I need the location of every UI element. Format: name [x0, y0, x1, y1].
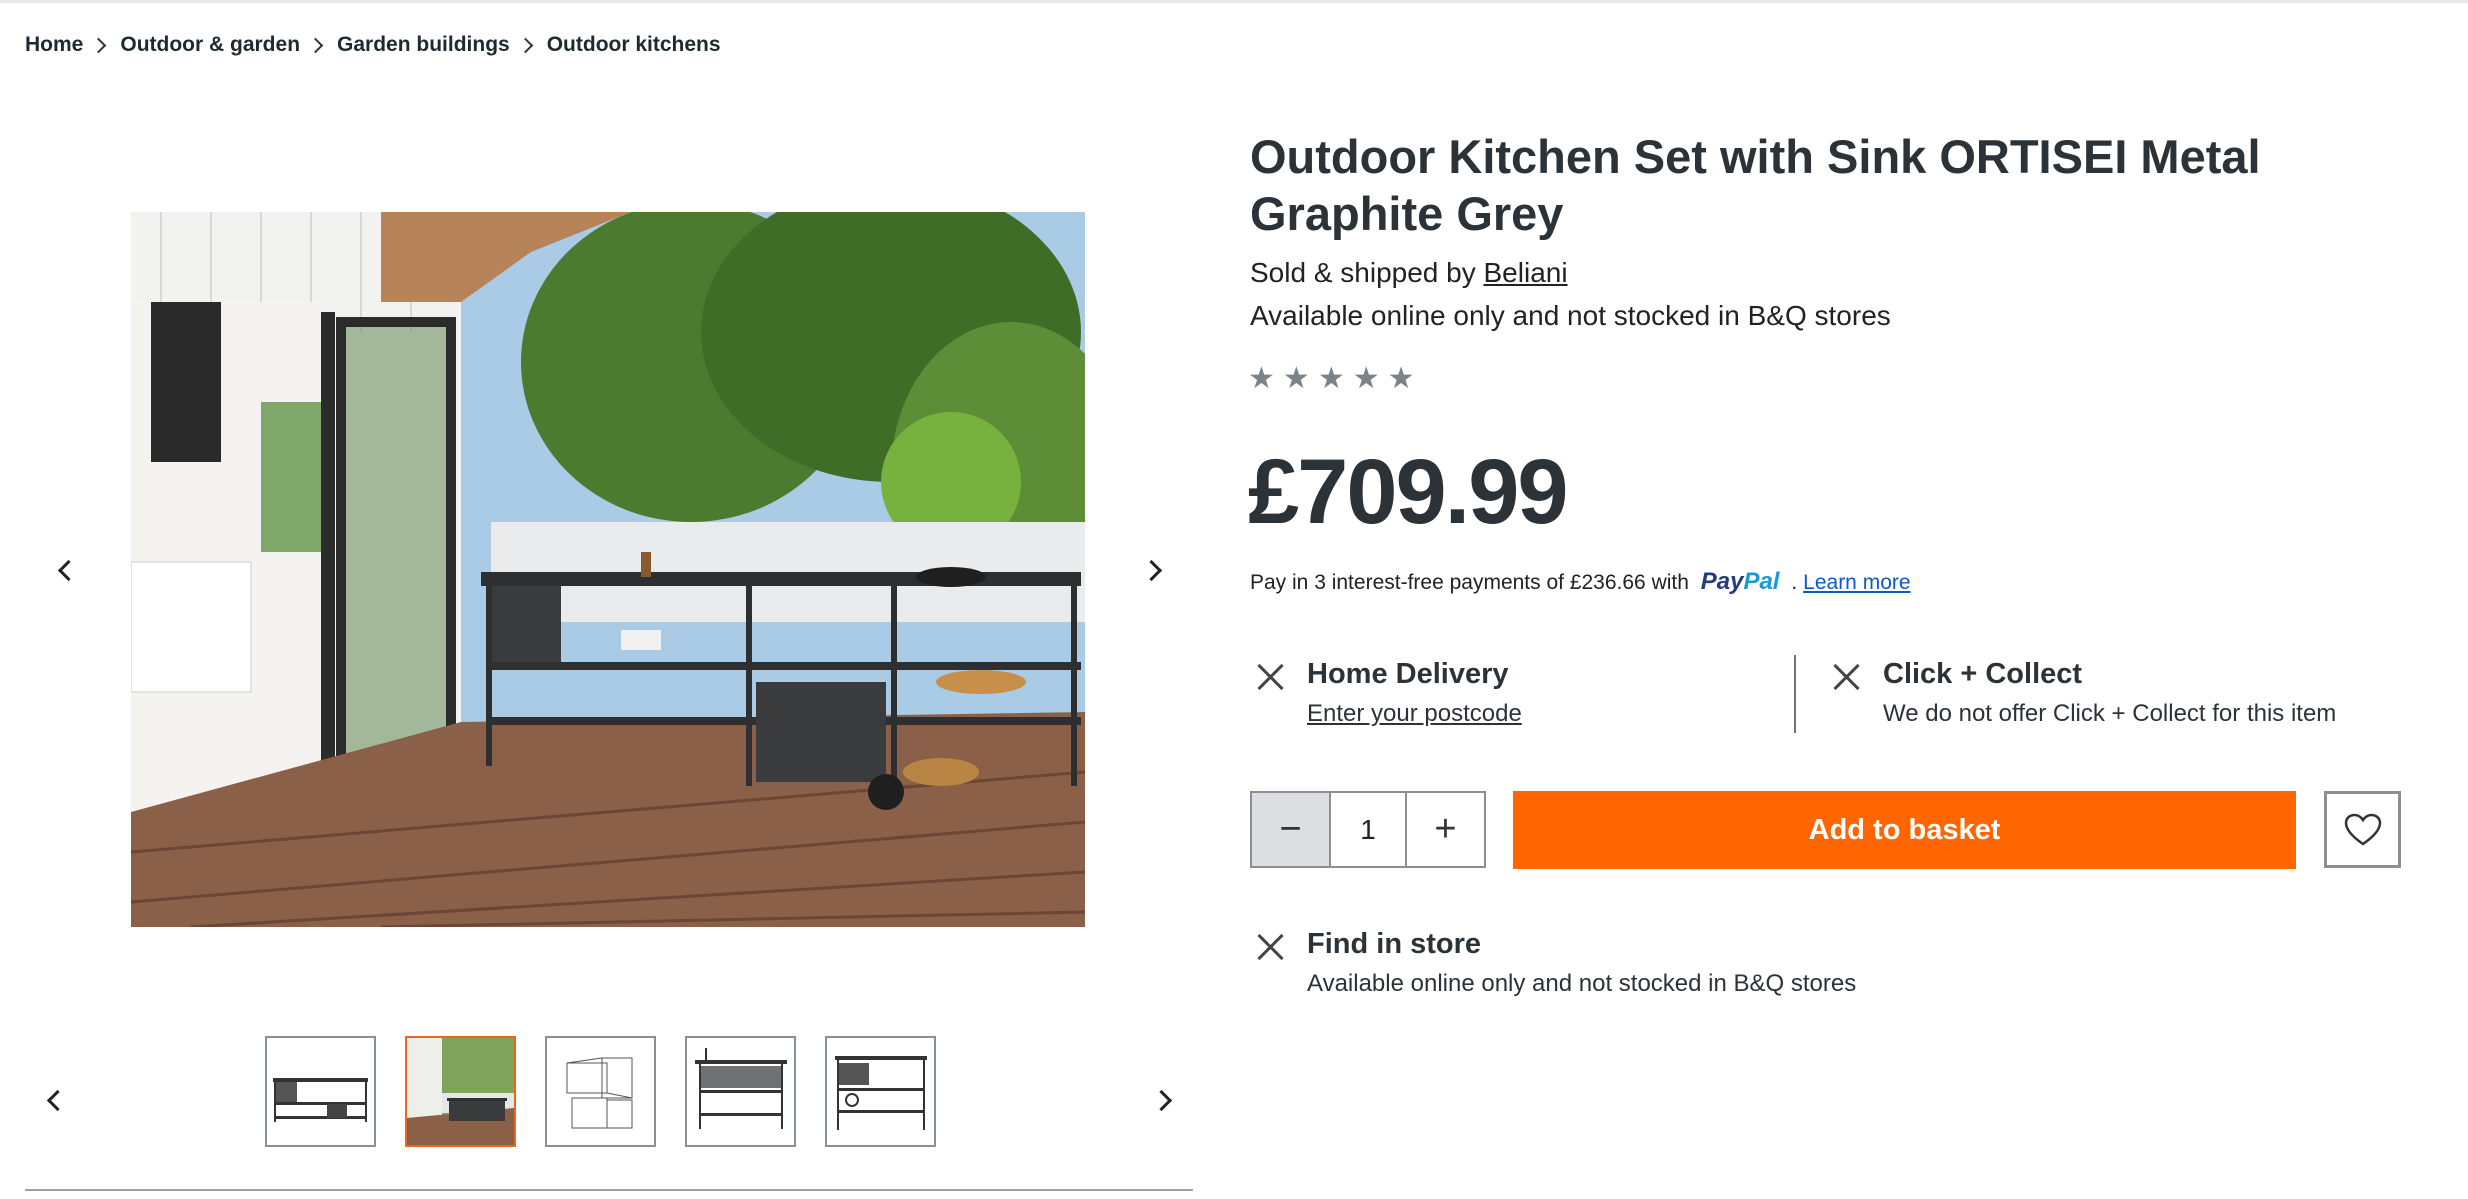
chevron-right-icon — [517, 37, 533, 53]
wishlist-button[interactable] — [2324, 791, 2401, 868]
quantity-value[interactable]: 1 — [1331, 793, 1405, 866]
rating-stars[interactable]: ★ ★ ★ ★ ★ — [1248, 364, 1415, 394]
find-in-store-text: Available online only and not stocked in… — [1307, 970, 1857, 997]
sold-by: Sold & shipped by Beliani — [1250, 257, 1568, 289]
learn-more-link[interactable]: Learn more — [1803, 571, 1910, 595]
add-to-basket-button[interactable]: Add to basket — [1513, 791, 2296, 869]
chevron-right-icon — [307, 37, 324, 53]
enter-postcode-link[interactable]: Enter your postcode — [1307, 700, 1522, 728]
quantity-decrease-button[interactable]: − — [1252, 793, 1331, 866]
seller-link[interactable]: Beliani — [1484, 257, 1568, 288]
quantity-stepper: − 1 + — [1250, 791, 1486, 868]
thumbnail-5[interactable] — [825, 1036, 936, 1147]
close-icon — [1254, 660, 1286, 692]
paypal-period: . — [1785, 571, 1798, 594]
main-image-prev-chevron-icon[interactable] — [45, 550, 85, 590]
chevron-right-icon — [91, 37, 107, 53]
star-icon: ★ — [1248, 362, 1275, 395]
heart-icon — [2344, 813, 2381, 846]
paypal-text: Pay in 3 interest-free payments of £236.… — [1250, 571, 1695, 594]
thumbnail-strip — [265, 1036, 936, 1147]
main-product-image[interactable] — [131, 212, 1085, 927]
product-title: Outdoor Kitchen Set with Sink ORTISEI Me… — [1250, 130, 2261, 240]
paypal-logo: PayPal — [1700, 568, 1780, 595]
breadcrumb-outdoor-garden[interactable]: Outdoor & garden — [120, 33, 300, 57]
home-delivery-title: Home Delivery — [1307, 658, 1509, 690]
fulfilment-divider — [1794, 655, 1796, 733]
thumbnail-1[interactable] — [265, 1036, 376, 1147]
gallery-divider — [25, 1189, 1193, 1191]
quantity-increase-button[interactable]: + — [1405, 793, 1484, 866]
paypal-offer: Pay in 3 interest-free payments of £236.… — [1250, 568, 1911, 596]
find-in-store-title[interactable]: Find in store — [1307, 928, 1481, 961]
star-icon: ★ — [1282, 362, 1310, 395]
click-collect-title: Click + Collect — [1883, 658, 2083, 690]
top-border — [0, 0, 2468, 3]
breadcrumb-garden-buildings[interactable]: Garden buildings — [337, 33, 510, 57]
main-image-next-chevron-icon[interactable] — [1134, 550, 1174, 590]
star-icon: ★ — [1387, 362, 1415, 395]
breadcrumb-outdoor-kitchens[interactable]: Outdoor kitchens — [547, 33, 721, 57]
thumbnail-2[interactable] — [405, 1036, 516, 1147]
breadcrumb: Home Outdoor & garden Garden buildings O… — [25, 33, 721, 57]
product-price: £709.99 — [1248, 441, 1569, 543]
star-icon: ★ — [1352, 362, 1380, 395]
availability-note: Available online only and not stocked in… — [1250, 300, 1891, 331]
thumbnail-4[interactable] — [685, 1036, 796, 1147]
thumbs-next-chevron-icon[interactable] — [1144, 1080, 1184, 1120]
click-collect-text: We do not offer Click + Collect for this… — [1883, 700, 2337, 727]
close-icon — [1830, 660, 1862, 692]
sold-by-label: Sold & shipped by — [1250, 257, 1484, 288]
star-icon: ★ — [1317, 362, 1345, 395]
close-icon — [1254, 930, 1286, 962]
thumbnail-3[interactable] — [545, 1036, 656, 1147]
breadcrumb-home[interactable]: Home — [25, 33, 83, 57]
thumbs-prev-chevron-icon[interactable] — [34, 1080, 74, 1120]
